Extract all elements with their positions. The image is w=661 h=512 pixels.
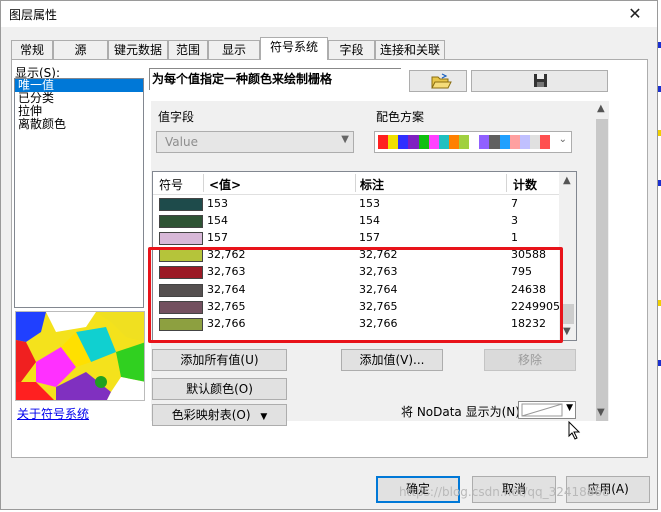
add-value-button[interactable]: 添加值(V)... (341, 349, 443, 371)
tab-symbology[interactable]: 符号系统 (260, 37, 328, 60)
color-scheme-swatch (398, 135, 409, 149)
open-file-button[interactable] (409, 70, 467, 92)
tab-display[interactable]: 显示 (208, 40, 260, 60)
tab-general[interactable]: 常规 (11, 40, 53, 60)
header-value[interactable]: <值> (209, 176, 241, 193)
symbol-swatch[interactable] (159, 215, 203, 229)
header-separator (203, 174, 204, 192)
color-scheme-label: 配色方案 (376, 110, 425, 124)
cell-label[interactable]: 157 (359, 231, 380, 244)
colormap-button[interactable]: 色彩映射表(O) ▼ (152, 404, 287, 426)
highlight-annotation (148, 247, 563, 343)
header-symbol[interactable]: 符号 (159, 176, 183, 193)
color-scheme-select[interactable]: ⌄ (374, 131, 572, 153)
chevron-down-icon: ▼ (566, 403, 573, 413)
colormap-button-label: 色彩映射表(O) (171, 408, 251, 422)
close-icon[interactable]: ✕ (619, 1, 651, 27)
color-scheme-swatch (459, 135, 470, 149)
cell-value: 153 (207, 197, 228, 210)
color-scheme-swatch (378, 135, 389, 149)
color-scheme-swatch (519, 135, 530, 149)
header-separator (355, 174, 356, 192)
table-header: 符号 <值> 标注 计数 (153, 172, 576, 195)
remove-button[interactable]: 移除 (484, 349, 576, 371)
content-scrollbar[interactable]: ▲ ▼ (595, 101, 609, 421)
renderer-item-discrete[interactable]: 离散颜色 (15, 118, 143, 131)
color-scheme-swatch (408, 135, 419, 149)
content-scrollbar-thumb[interactable] (596, 119, 608, 421)
save-icon (534, 74, 547, 87)
cell-label[interactable]: 154 (359, 214, 380, 227)
value-field-select[interactable]: Value ▼ (156, 131, 354, 153)
color-scheme-swatch (499, 135, 510, 149)
renderer-description: 为每个值指定一种颜色来绘制栅格 (149, 68, 401, 90)
layer-properties-dialog: 图层属性 ✕ 常规 源 键元数据 范围 显示 符号系统 字段 连接和关联 显示(… (0, 0, 658, 510)
cell-count: 1 (511, 231, 518, 245)
header-count[interactable]: 计数 (513, 176, 537, 193)
folder-open-icon (431, 73, 452, 89)
scroll-up-icon[interactable]: ▲ (563, 175, 571, 186)
color-scheme-swatch (418, 135, 429, 149)
nodata-label: 将 NoData 显示为(N) (401, 405, 520, 419)
symbology-preview-image (15, 311, 145, 401)
cell-count: 3 (511, 214, 518, 228)
header-separator (506, 174, 507, 192)
save-button[interactable] (471, 70, 608, 92)
chevron-down-icon: ▼ (341, 134, 349, 145)
symbol-swatch[interactable] (159, 232, 203, 246)
about-symbology-link[interactable]: 关于符号系统 (17, 405, 89, 422)
table-row[interactable]: 157 157 1 (153, 230, 576, 247)
symbol-swatch[interactable] (159, 198, 203, 211)
tab-bar: 常规 源 键元数据 范围 显示 符号系统 字段 连接和关联 (11, 37, 647, 60)
value-field-value: Value (165, 135, 198, 149)
cell-value: 154 (207, 214, 228, 228)
table-row[interactable]: 154 154 3 (153, 213, 576, 230)
title-bar: 图层属性 ✕ (1, 1, 657, 27)
tab-fields[interactable]: 字段 (328, 40, 375, 60)
tab-joins-relates[interactable]: 连接和关联 (375, 40, 445, 60)
scroll-down-icon[interactable]: ▼ (597, 407, 605, 418)
color-scheme-swatch (388, 135, 399, 149)
watermark-text: https://blog.csdn.net/qq_32418868 (399, 485, 610, 499)
header-label[interactable]: 标注 (360, 176, 384, 193)
scroll-down-icon[interactable]: ▼ (563, 326, 571, 337)
color-scheme-swatch (479, 135, 490, 149)
scroll-up-icon[interactable]: ▲ (597, 103, 605, 114)
color-scheme-swatch (428, 135, 439, 149)
color-scheme-swatch (489, 135, 500, 149)
color-scheme-ramp (378, 135, 551, 149)
tab-extent[interactable]: 范围 (168, 40, 208, 60)
window-title: 图层属性 (9, 8, 58, 22)
chevron-down-icon: ⌄ (558, 134, 567, 145)
color-scheme-swatch (540, 135, 551, 149)
chevron-down-icon: ▼ (260, 412, 268, 422)
tab-key-metadata[interactable]: 键元数据 (108, 40, 168, 60)
nodata-color-picker[interactable]: ▼ (518, 401, 576, 419)
add-all-values-button[interactable]: 添加所有值(U) (152, 349, 287, 371)
default-colors-button[interactable]: 默认颜色(O) (152, 378, 287, 400)
cell-label[interactable]: 153 (359, 197, 380, 210)
tab-source[interactable]: 源 (53, 40, 108, 60)
color-scheme-swatch (438, 135, 449, 149)
nodata-swatch (521, 403, 563, 417)
value-field-label: 值字段 (158, 110, 195, 124)
renderer-list[interactable]: 唯一值 已分类 拉伸 离散颜色 (14, 78, 144, 308)
color-scheme-swatch (509, 135, 520, 149)
color-scheme-swatch (469, 135, 480, 149)
mouse-cursor-icon (568, 421, 581, 440)
color-scheme-swatch (448, 135, 459, 149)
cell-value: 157 (207, 231, 228, 245)
cell-count: 7 (511, 197, 518, 210)
color-scheme-swatch (529, 135, 540, 149)
table-row[interactable]: 153 153 7 (153, 196, 576, 213)
